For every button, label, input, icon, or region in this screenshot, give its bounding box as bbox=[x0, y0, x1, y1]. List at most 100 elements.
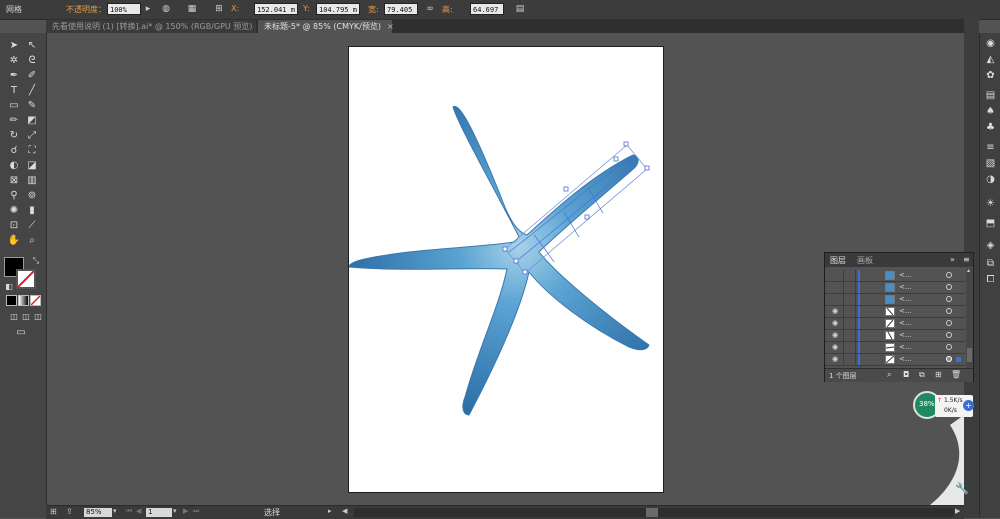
none-mode-icon[interactable] bbox=[30, 295, 41, 306]
layer-row[interactable]: ◉ <... bbox=[825, 330, 965, 342]
shape-builder-icon[interactable]: ◐ bbox=[7, 159, 21, 172]
eye-icon[interactable]: ◉ bbox=[830, 342, 840, 353]
scroll-up-icon[interactable]: ▴ bbox=[967, 268, 972, 274]
magic-wand-icon[interactable]: ✲ bbox=[7, 54, 21, 67]
target-icon[interactable] bbox=[946, 296, 952, 302]
align-panel-icon[interactable]: ☀ bbox=[984, 197, 997, 210]
first-artboard-icon[interactable]: ⏮ bbox=[126, 507, 132, 516]
curvature-tool-icon[interactable]: ✐ bbox=[25, 69, 39, 82]
warp-tool-icon[interactable]: ☌ bbox=[7, 144, 21, 157]
zoom-field[interactable]: 85% bbox=[84, 508, 112, 517]
draw-inside-icon[interactable]: ◫ bbox=[31, 310, 45, 323]
layer-row[interactable]: ◉ <... bbox=[825, 354, 965, 366]
perspective-grid-icon[interactable]: ⊠ bbox=[7, 174, 21, 187]
new-sublayer-icon[interactable]: ⧉ bbox=[919, 370, 925, 380]
artboard-tool-icon[interactable]: ⊡ bbox=[7, 219, 21, 232]
column-graph-icon[interactable]: ▮ bbox=[25, 204, 39, 217]
type-tool-icon[interactable]: T bbox=[7, 84, 21, 97]
brushes-icon[interactable]: ◭ bbox=[984, 53, 997, 66]
target-icon[interactable] bbox=[946, 272, 952, 278]
layer-row[interactable]: <... bbox=[825, 282, 965, 294]
pen-tool-icon[interactable]: ✒ bbox=[7, 69, 21, 82]
target-icon[interactable] bbox=[946, 332, 952, 338]
scroll-thumb[interactable] bbox=[646, 508, 658, 517]
next-artboard-icon[interactable]: ▶ bbox=[183, 507, 188, 515]
opacity-field[interactable]: 100% bbox=[107, 3, 141, 15]
artboards-icon[interactable]: ⧉ bbox=[984, 257, 997, 270]
scroll-left-icon[interactable]: ◀ bbox=[342, 507, 347, 515]
gradient-tool-icon[interactable]: ▥ bbox=[25, 174, 39, 187]
asset-export-icon[interactable]: ⧠ bbox=[984, 273, 997, 286]
prev-artboard-icon[interactable]: ◀ bbox=[136, 507, 141, 515]
layer-row[interactable]: ◉ <... bbox=[825, 342, 965, 354]
collapse-icon[interactable]: » bbox=[950, 255, 955, 264]
gradient-mode-icon[interactable] bbox=[18, 295, 29, 306]
artboard-number-field[interactable]: 1 bbox=[146, 508, 172, 517]
opacity-label[interactable]: 不透明度： bbox=[66, 4, 106, 15]
selection-tool-icon[interactable]: ➤ bbox=[7, 39, 21, 52]
target-icon[interactable] bbox=[946, 284, 952, 290]
align-icon[interactable]: ▦ bbox=[186, 3, 198, 15]
scroll-thumb[interactable] bbox=[967, 348, 972, 362]
layers-scrollbar[interactable]: ▴ bbox=[966, 268, 973, 368]
eye-icon[interactable]: ◉ bbox=[830, 318, 840, 329]
stroke-swatch[interactable] bbox=[16, 269, 36, 289]
blend-tool-icon[interactable]: ⊚ bbox=[25, 189, 39, 202]
target-icon[interactable] bbox=[946, 320, 952, 326]
y-field[interactable]: 104.795 m bbox=[316, 3, 360, 15]
panel-menu-icon[interactable]: ≡ bbox=[963, 255, 970, 264]
color-icon[interactable]: ♣ bbox=[984, 121, 997, 134]
x-field[interactable]: 152.041 m bbox=[254, 3, 298, 15]
tab-document-2[interactable]: 未标题-5* @ 85% (CMYK/预览) × bbox=[258, 20, 394, 33]
h-field[interactable]: 64.697 mm bbox=[470, 3, 504, 26]
new-layer-icon[interactable]: ⊞ bbox=[935, 370, 942, 379]
selection-indicator[interactable] bbox=[956, 357, 961, 362]
clipping-mask-icon[interactable]: ◘ bbox=[903, 370, 909, 379]
last-artboard-icon[interactable]: ⏭ bbox=[193, 507, 199, 516]
color-mode-icon[interactable] bbox=[6, 295, 17, 306]
rectangle-tool-icon[interactable]: ▭ bbox=[7, 99, 21, 112]
zoom-tool-icon[interactable]: ⌕ bbox=[25, 234, 39, 247]
target-icon[interactable] bbox=[946, 308, 952, 314]
delete-layer-icon[interactable]: 🗑 bbox=[951, 370, 961, 379]
eye-icon[interactable]: ◉ bbox=[830, 306, 840, 317]
status-menu-icon[interactable]: ▸ bbox=[328, 507, 332, 515]
layer-row[interactable]: <... bbox=[825, 270, 965, 282]
appearance-icon[interactable]: ◉ bbox=[984, 37, 997, 50]
layer-row[interactable]: <... bbox=[825, 294, 965, 306]
hand-tool-icon[interactable]: ✋ bbox=[7, 234, 21, 247]
eye-icon[interactable]: ◉ bbox=[830, 330, 840, 341]
color-guide-icon[interactable]: ♠ bbox=[984, 105, 997, 118]
eye-icon[interactable]: ◉ bbox=[830, 354, 840, 365]
transparency-icon[interactable]: ◑ bbox=[984, 173, 997, 186]
stroke-panel-icon[interactable]: ≡ bbox=[984, 141, 997, 154]
reference-point-icon[interactable]: ⊞ bbox=[213, 3, 225, 15]
w-field[interactable]: 79.405 mm bbox=[384, 3, 418, 26]
scale-tool-icon[interactable]: ⤢ bbox=[25, 129, 39, 142]
wrench-icon[interactable]: 🔧 bbox=[954, 482, 970, 496]
close-icon[interactable]: × bbox=[387, 22, 394, 31]
layers-icon[interactable]: ◈ bbox=[984, 239, 997, 252]
symbols-icon[interactable]: ✿ bbox=[984, 69, 997, 82]
layer-row[interactable]: ◉ <... bbox=[825, 318, 965, 330]
target-icon[interactable] bbox=[946, 344, 952, 350]
scroll-right-icon[interactable]: ▶ bbox=[955, 507, 960, 515]
layer-row[interactable]: ◉ <... bbox=[825, 306, 965, 318]
free-transform-icon[interactable]: ⛶ bbox=[25, 144, 39, 157]
tab-document-1[interactable]: 先看使用说明 (1) [转换].ai* @ 150% (RGB/GPU 预览)× bbox=[46, 20, 265, 33]
screen-mode-icon[interactable]: ▭ bbox=[14, 326, 28, 339]
direct-selection-tool-icon[interactable]: ↖ bbox=[25, 39, 39, 52]
opacity-arrow-icon[interactable]: ▸ bbox=[142, 3, 154, 15]
rotate-tool-icon[interactable]: ↻ bbox=[7, 129, 21, 142]
eraser-tool-icon[interactable]: ◩ bbox=[25, 114, 39, 127]
lasso-icon[interactable]: ᘓ bbox=[25, 54, 39, 67]
graphic-styles-icon[interactable]: ▤ bbox=[984, 89, 997, 102]
default-fill-stroke-icon[interactable]: ◧ bbox=[2, 280, 16, 293]
eyedropper-icon[interactable]: ⚲ bbox=[7, 189, 21, 202]
paintbrush-tool-icon[interactable]: ✎ bbox=[25, 99, 39, 112]
gradient-panel-icon[interactable]: ▧ bbox=[984, 157, 997, 170]
line-tool-icon[interactable]: ╱ bbox=[25, 84, 39, 97]
artboard-dropdown-icon[interactable]: ▾ bbox=[173, 507, 177, 515]
recolor-icon[interactable]: ◍ bbox=[160, 3, 172, 15]
target-icon[interactable] bbox=[946, 356, 952, 362]
